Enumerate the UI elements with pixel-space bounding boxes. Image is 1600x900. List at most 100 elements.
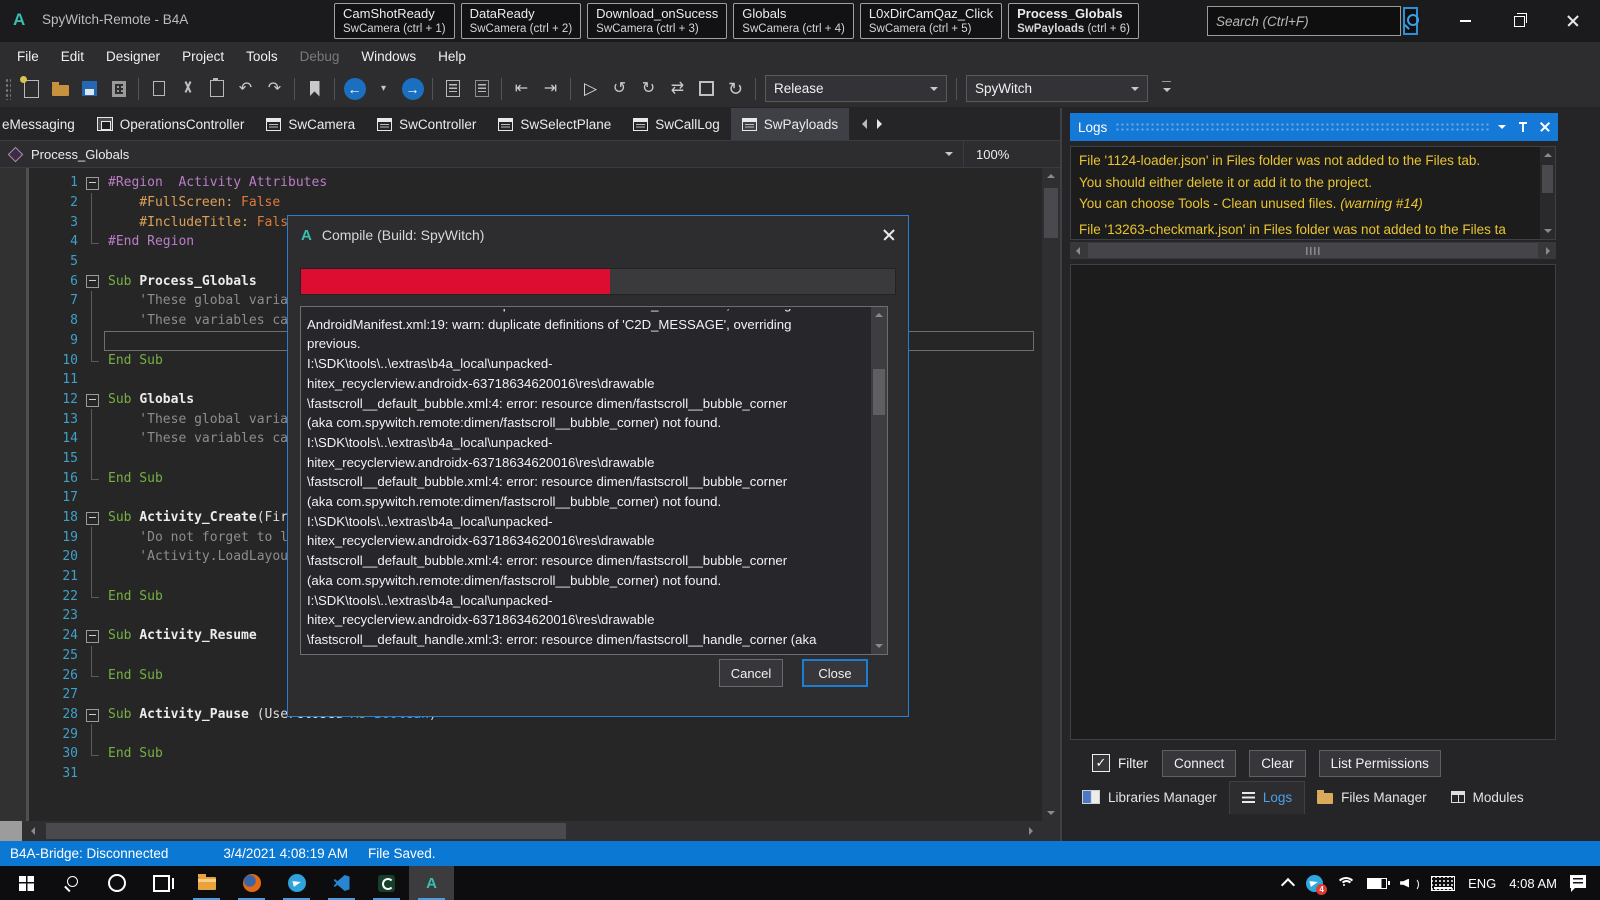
module-tab-swcontroller[interactable]: SwController [366,108,487,140]
panel-close-icon[interactable] [1540,122,1550,132]
fold-collapse-icon[interactable] [86,394,99,407]
telegram-tray-icon[interactable]: 4 [1306,875,1323,892]
search-button[interactable] [1403,7,1418,35]
clock[interactable]: 4:08 AM [1509,876,1557,891]
scrollbar-thumb[interactable] [873,369,885,415]
menu-edit[interactable]: Edit [50,49,95,64]
close-button[interactable]: Close [802,659,868,687]
bookmark-icon[interactable] [301,75,328,102]
copy-icon[interactable] [145,75,172,102]
editor-zoom-level[interactable]: 100% [964,147,1060,162]
clear-button[interactable]: Clear [1249,750,1305,777]
run-icon[interactable]: ▷ [577,75,604,102]
menu-help[interactable]: Help [427,49,477,64]
scrollbar-thumb[interactable] [46,823,566,839]
rebuild-icon[interactable]: ↻ [722,75,749,102]
scrollbar-thumb[interactable] [1542,165,1553,193]
taskbar-b4a-icon[interactable]: A [409,866,454,900]
fold-collapse-icon[interactable] [86,275,99,288]
language-indicator[interactable]: ENG [1468,876,1496,891]
touch-keyboard-icon[interactable] [1431,876,1455,891]
bridge-sync-icon[interactable]: ⇄ [664,75,691,102]
editor-vertical-scrollbar[interactable] [1042,168,1060,821]
module-tab-swselectplane[interactable]: SwSelectPlane [487,108,622,140]
scroll-up-icon[interactable] [1042,168,1060,184]
taskbar-task-view-icon[interactable] [139,866,184,900]
fold-collapse-icon[interactable] [86,630,99,643]
compile-log-area[interactable]: AndroidManifest.xml:19: warn: duplicate … [300,306,888,655]
list-permissions-button[interactable]: List Permissions [1319,750,1441,777]
scroll-down-icon[interactable] [1540,223,1555,239]
taskbar-telegram-icon[interactable] [274,866,319,900]
fold-collapse-icon[interactable] [86,177,99,190]
save-icon[interactable] [76,75,103,102]
panel-tab-libraries-manager[interactable]: Libraries Manager [1070,781,1229,813]
indent-icon[interactable]: ⇥ [537,75,564,102]
pin-icon[interactable] [1518,122,1528,133]
filter-checkbox[interactable]: ✓ [1092,754,1110,772]
new-file-icon[interactable] [18,75,45,102]
menu-file[interactable]: File [6,49,50,64]
menu-project[interactable]: Project [171,49,235,64]
paste-icon[interactable] [203,75,230,102]
scroll-down-icon[interactable] [871,638,887,654]
scroll-left-icon[interactable] [24,821,42,841]
outdent-icon[interactable]: ⇤ [508,75,535,102]
minimize-button[interactable] [1438,0,1492,42]
editor-horizontal-scrollbar[interactable] [0,821,1060,841]
fold-collapse-icon[interactable] [86,709,99,722]
menu-designer[interactable]: Designer [95,49,171,64]
scroll-right-icon[interactable] [1022,821,1040,841]
volume-icon[interactable] [1400,877,1418,890]
save-all-icon[interactable] [105,75,132,102]
dialog-vertical-scrollbar[interactable] [871,307,887,654]
open-project-icon[interactable] [47,75,74,102]
logs-panel-header[interactable]: Logs [1070,113,1558,141]
menu-debug[interactable]: Debug [289,49,351,64]
logs-horizontal-scrollbar[interactable] [1070,242,1556,259]
scrollbar-thumb[interactable] [1044,188,1058,238]
close-button[interactable] [1546,0,1600,42]
sub-navigator-combo[interactable]: Process_Globals [0,141,964,167]
module-tab-operationscontroller[interactable]: OperationsController [86,108,256,140]
module-tab-swpayloads[interactable]: SwPayloads [731,108,849,140]
logs-output-area[interactable] [1070,264,1556,740]
panel-menu-icon[interactable] [1498,125,1506,133]
fold-collapse-icon[interactable] [86,512,99,525]
scroll-tabs-left-icon[interactable] [857,119,867,129]
quick-tab-camshotready[interactable]: CamShotReadySwCamera (ctrl + 1) [334,3,455,39]
scroll-right-icon[interactable] [1540,242,1556,259]
module-tab-emessaging[interactable]: eMessaging [0,108,86,140]
battery-icon[interactable] [1367,878,1387,889]
module-tab-swcamera[interactable]: SwCamera [255,108,366,140]
taskbar-search-icon[interactable] [49,866,94,900]
dialog-close-icon[interactable] [883,229,895,241]
build-target-combo[interactable]: SpyWitch [966,75,1148,102]
quick-tab-l0xdircamqaz-click[interactable]: L0xDirCamQaz_ClickSwCamera (ctrl + 5) [860,3,1002,39]
navigate-back-icon[interactable]: ← [341,75,368,102]
panel-tab-files-manager[interactable]: Files Manager [1305,781,1439,813]
taskbar-file-explorer-icon[interactable] [184,866,229,900]
wifi-icon[interactable] [1336,877,1354,890]
taskbar-firefox-icon[interactable] [229,866,274,900]
menu-tools[interactable]: Tools [235,49,289,64]
bridge-connect-icon[interactable]: ↺ [606,75,633,102]
splitter-handle[interactable] [0,821,22,841]
navigate-forward-icon[interactable]: → [399,75,426,102]
cut-icon[interactable] [174,75,201,102]
panel-tab-modules[interactable]: Modules [1439,781,1536,813]
back-history-dropdown-icon[interactable]: ▾ [370,75,397,102]
build-config-combo[interactable]: Release [765,75,947,102]
stop-icon[interactable] [693,75,720,102]
menu-windows[interactable]: Windows [350,49,427,64]
toolbar-grip[interactable] [5,78,11,100]
scroll-left-icon[interactable] [1070,242,1086,259]
scroll-up-icon[interactable] [871,307,887,323]
quick-tab-download-onsucess[interactable]: Download_onSucessSwCamera (ctrl + 3) [587,3,727,39]
scroll-down-icon[interactable] [1042,805,1060,821]
undo-icon[interactable]: ↶ [232,75,259,102]
logs-warning-list[interactable]: File '1124-loader.json' in Files folder … [1070,146,1556,240]
panel-tab-logs[interactable]: Logs [1229,781,1305,814]
module-tab-swcalllog[interactable]: SwCallLog [622,108,731,140]
search-input[interactable] [1208,7,1403,35]
